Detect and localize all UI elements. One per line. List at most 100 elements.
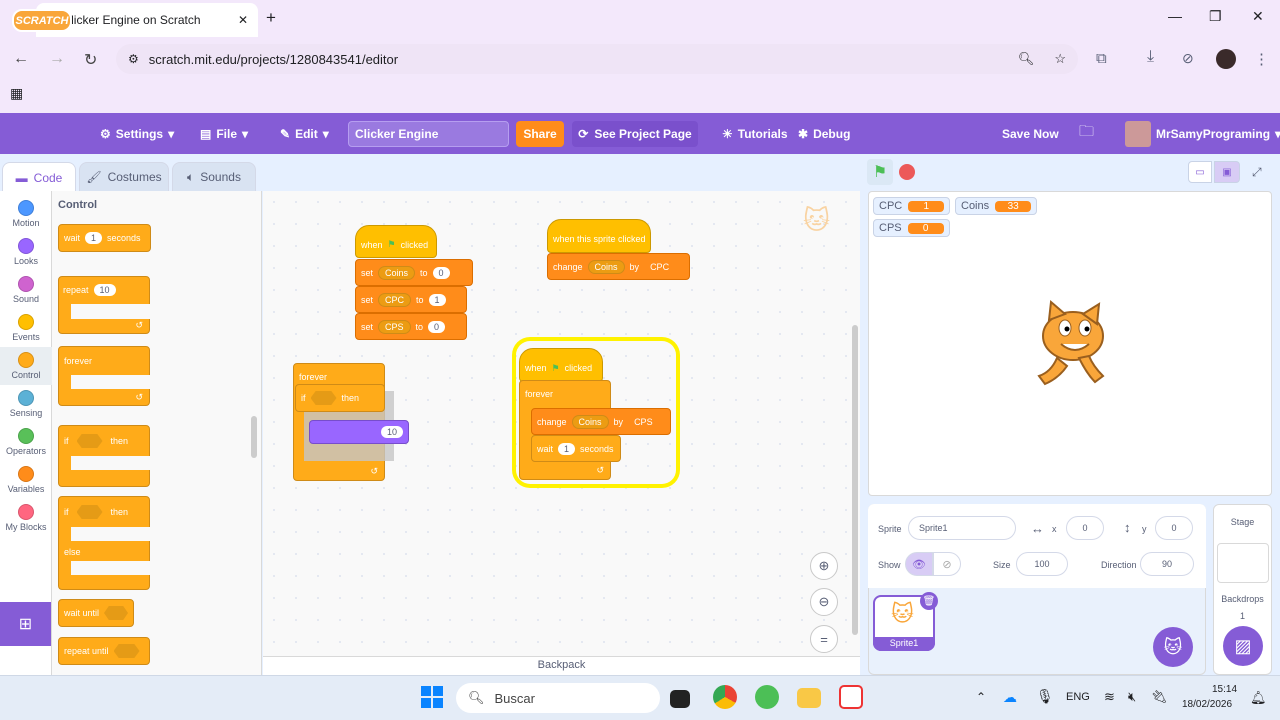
- wifi-icon[interactable]: ≋: [1104, 689, 1115, 705]
- zoom-reset-button[interactable]: =: [810, 625, 838, 653]
- chrome-icon[interactable]: [713, 685, 737, 709]
- choose-sprite-button[interactable]: 🐱︎: [1153, 627, 1193, 667]
- category-my-blocks[interactable]: My Blocks: [0, 499, 52, 537]
- see-project-page-button[interactable]: ⟳ See Project Page: [572, 121, 698, 147]
- folder-icon[interactable]: [797, 688, 821, 708]
- browser-menu-icon[interactable]: ⋮: [1254, 50, 1269, 68]
- purple-reporter-block[interactable]: 10: [309, 420, 409, 444]
- zoom-out-button[interactable]: ⊖: [810, 588, 838, 616]
- category-motion[interactable]: Motion: [0, 195, 52, 233]
- small-stage-button[interactable]: ▭: [1188, 161, 1212, 183]
- normal-stage-button[interactable]: ▣: [1214, 161, 1240, 183]
- x-input[interactable]: 0: [1066, 516, 1104, 540]
- save-now-button[interactable]: Save Now: [1002, 113, 1059, 154]
- language-indicator[interactable]: ENG: [1066, 691, 1090, 703]
- battery-icon[interactable]: 🔌︎: [1151, 689, 1168, 705]
- category-variables[interactable]: Variables: [0, 461, 52, 499]
- set-cpc-block[interactable]: set CPC to 1: [355, 286, 467, 313]
- repeat-until-block[interactable]: repeat until: [58, 637, 150, 665]
- backpack-header[interactable]: Backpack: [263, 656, 860, 675]
- apps-grid-icon[interactable]: ▦: [10, 85, 23, 102]
- change-coins-by-cpc-block[interactable]: change Coins by CPC: [547, 253, 690, 280]
- reload-icon[interactable]: ↻: [84, 50, 97, 70]
- address-bar[interactable]: ⚙ scratch.mit.edu/projects/1280843541/ed…: [116, 44, 1078, 74]
- choose-backdrop-button[interactable]: ▨: [1223, 626, 1263, 666]
- category-events[interactable]: Events: [0, 309, 52, 347]
- profile-avatar[interactable]: [1216, 49, 1236, 69]
- tab-sounds[interactable]: 🔈︎ Sounds: [172, 162, 256, 192]
- new-tab-icon[interactable]: +: [266, 8, 276, 28]
- site-info-icon[interactable]: ⚙: [128, 52, 139, 66]
- script-area[interactable]: when ⚑ clicked set Coins to 0 set CPC to 1 set CP…: [263, 191, 860, 675]
- file-explorer-dark-icon[interactable]: [670, 690, 690, 708]
- show-visible-toggle[interactable]: 👁︎: [905, 552, 933, 576]
- green-app-icon[interactable]: [755, 685, 779, 709]
- settings-menu[interactable]: ⚙ Settings ▾: [100, 113, 174, 154]
- if-then-dragging-block[interactable]: if then: [295, 384, 385, 412]
- wait-until-block[interactable]: wait until: [58, 599, 134, 627]
- tab-costumes[interactable]: 🖌︎ Costumes: [79, 162, 169, 192]
- show-hidden-toggle[interactable]: ⊘: [933, 552, 961, 576]
- fullscreen-icon[interactable]: ⤢: [1252, 165, 1262, 180]
- vertical-scrollbar[interactable]: [852, 325, 858, 635]
- debug-menu[interactable]: ✱ Debug: [798, 113, 850, 154]
- forward-icon[interactable]: →: [49, 50, 65, 68]
- download-icon[interactable]: ⤓: [1147, 48, 1154, 66]
- notifications-icon[interactable]: 🔔︎: [1250, 690, 1267, 706]
- taskbar-search[interactable]: 🔍︎ Buscar: [456, 683, 660, 713]
- repeat-block[interactable]: repeat 10 ↺: [58, 276, 150, 334]
- share-browser-icon[interactable]: ⊘: [1182, 50, 1194, 67]
- category-sensing[interactable]: Sensing: [0, 385, 52, 423]
- clock-time[interactable]: 15:14: [1212, 684, 1237, 695]
- tool-app-icon[interactable]: [839, 685, 863, 709]
- mic-icon[interactable]: 🎙︎: [1036, 688, 1054, 705]
- wait-seconds-block[interactable]: wait 1 seconds: [531, 435, 621, 462]
- category-control[interactable]: Control: [0, 347, 52, 385]
- windows-start-icon[interactable]: [421, 686, 443, 708]
- edit-menu[interactable]: ✎ Edit ▾: [280, 113, 329, 154]
- set-coins-block[interactable]: set Coins to 0: [355, 259, 473, 286]
- when-sprite-clicked-block[interactable]: when this sprite clicked: [547, 219, 651, 253]
- delete-sprite-icon[interactable]: 🗑︎: [920, 592, 938, 610]
- back-icon[interactable]: ←: [13, 50, 29, 68]
- category-operators[interactable]: Operators: [0, 423, 52, 461]
- stop-button[interactable]: [899, 164, 915, 180]
- bookmark-star-icon[interactable]: ☆: [1054, 51, 1066, 67]
- add-extension-button[interactable]: ⊞: [0, 602, 51, 646]
- zoom-in-button[interactable]: ⊕: [810, 552, 838, 580]
- scratch-logo[interactable]: SCRATCH: [12, 9, 72, 32]
- minimize-icon[interactable]: —: [1168, 8, 1182, 24]
- clock-date[interactable]: 18/02/2026: [1182, 699, 1232, 710]
- wait-block[interactable]: wait 1 seconds: [58, 224, 151, 252]
- size-input[interactable]: 100: [1016, 552, 1068, 576]
- y-input[interactable]: 0: [1155, 516, 1193, 540]
- when-flag-clicked-block[interactable]: when ⚑ clicked: [355, 225, 437, 258]
- forever-block[interactable]: forever ↺: [58, 346, 150, 406]
- if-then-block[interactable]: if then: [58, 425, 150, 487]
- tutorials-menu[interactable]: ☀ Tutorials: [722, 113, 788, 154]
- cloud-icon[interactable]: ☁: [1003, 689, 1017, 706]
- tray-chevron-icon[interactable]: ⌃: [976, 690, 986, 704]
- file-menu[interactable]: ▤ File ▾: [200, 113, 248, 154]
- close-window-icon[interactable]: ✕: [1252, 8, 1264, 25]
- sprite-name-input[interactable]: Sprite1: [908, 516, 1016, 540]
- palette-scrollbar[interactable]: [251, 416, 257, 458]
- zoom-icon[interactable]: 🔍︎: [1018, 51, 1035, 67]
- direction-input[interactable]: 90: [1140, 552, 1194, 576]
- set-cps-block[interactable]: set CPS to 0: [355, 313, 467, 340]
- category-sound[interactable]: Sound: [0, 271, 52, 309]
- my-stuff-folder-icon[interactable]: 🗀: [1079, 113, 1094, 154]
- share-button[interactable]: Share: [516, 121, 564, 147]
- change-coins-by-cps-block[interactable]: change Coins by CPS: [531, 408, 671, 435]
- extensions-icon[interactable]: ⧉: [1096, 50, 1107, 67]
- volume-muted-icon[interactable]: 🔇︎: [1128, 689, 1136, 705]
- if-else-block[interactable]: if then else: [58, 496, 150, 590]
- category-looks[interactable]: Looks: [0, 233, 52, 271]
- project-title-input[interactable]: Clicker Engine: [348, 121, 509, 147]
- scratch-cat-sprite[interactable]: [1029, 300, 1115, 390]
- restore-icon[interactable]: ❐: [1209, 8, 1222, 25]
- when-flag-clicked-block-2[interactable]: when ⚑ clicked: [519, 348, 603, 382]
- close-tab-icon[interactable]: ✕: [238, 13, 248, 27]
- tab-code[interactable]: ▬ Code: [2, 162, 76, 192]
- stage-canvas[interactable]: CPC 1 Coins 33 CPS 0: [868, 191, 1272, 496]
